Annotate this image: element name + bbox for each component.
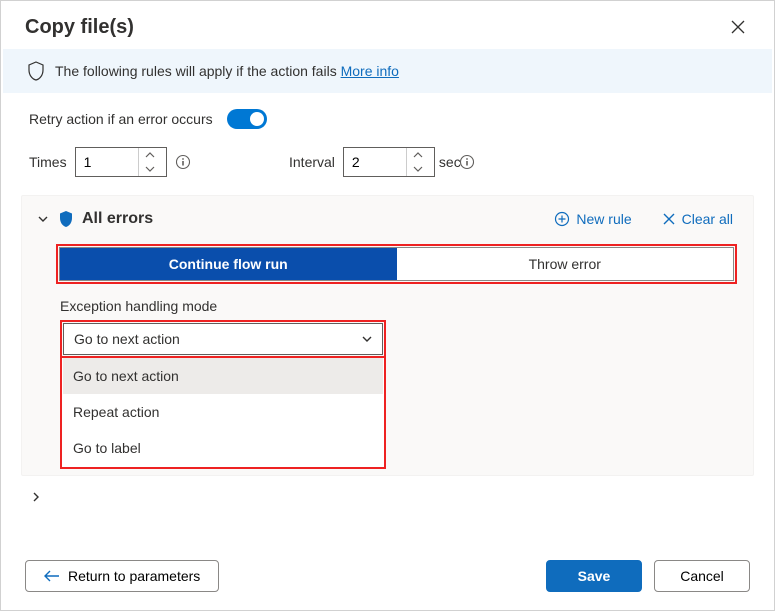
retry-toggle[interactable] bbox=[227, 109, 267, 129]
clear-all-button[interactable]: Clear all bbox=[656, 210, 739, 228]
cancel-button[interactable]: Cancel bbox=[654, 560, 750, 592]
error-action-tabs: Continue flow run Throw error bbox=[59, 247, 734, 281]
return-button[interactable]: Return to parameters bbox=[25, 560, 219, 592]
tabs-highlight: Continue flow run Throw error bbox=[56, 244, 737, 284]
new-rule-button[interactable]: New rule bbox=[548, 210, 637, 228]
interval-spinner bbox=[343, 147, 435, 177]
times-info-icon[interactable] bbox=[175, 154, 191, 170]
times-step-up[interactable] bbox=[139, 148, 162, 162]
info-banner: The following rules will apply if the ac… bbox=[3, 49, 772, 93]
mode-option-label[interactable]: Go to label bbox=[63, 430, 383, 466]
interval-info-icon[interactable] bbox=[459, 154, 475, 170]
chevron-down-icon bbox=[360, 332, 374, 346]
times-step-down[interactable] bbox=[139, 162, 162, 176]
dialog-footer: Return to parameters Save Cancel bbox=[1, 548, 774, 610]
chevron-down-icon[interactable] bbox=[36, 212, 50, 226]
toggle-knob bbox=[250, 112, 264, 126]
copy-files-dialog: Copy file(s) The following rules will ap… bbox=[0, 0, 775, 611]
save-button[interactable]: Save bbox=[546, 560, 642, 592]
mode-option-repeat[interactable]: Repeat action bbox=[63, 394, 383, 430]
interval-step-up[interactable] bbox=[407, 148, 430, 162]
mode-label: Exception handling mode bbox=[60, 298, 739, 314]
more-info-link[interactable]: More info bbox=[341, 63, 399, 79]
chevron-down-icon bbox=[145, 166, 155, 172]
banner-text: The following rules will apply if the ac… bbox=[55, 63, 399, 79]
mode-dropdown-list: Go to next action Repeat action Go to la… bbox=[60, 358, 386, 469]
arrow-left-icon bbox=[44, 569, 60, 583]
advanced-toggle[interactable]: Advanced bbox=[29, 489, 107, 505]
shield-icon bbox=[27, 61, 45, 81]
interval-label: Interval bbox=[289, 154, 335, 170]
mode-selected: Go to next action bbox=[74, 331, 180, 347]
retry-label: Retry action if an error occurs bbox=[29, 111, 213, 127]
errors-title: All errors bbox=[82, 210, 153, 228]
interval-unit: sec bbox=[439, 154, 461, 170]
close-icon bbox=[730, 19, 746, 35]
chevron-up-icon bbox=[145, 152, 155, 158]
plus-circle-icon bbox=[554, 211, 570, 227]
chevron-up-icon bbox=[413, 152, 423, 158]
errors-panel: All errors New rule Clear all Continue f… bbox=[21, 195, 754, 476]
info-icon bbox=[175, 154, 191, 170]
close-button[interactable] bbox=[726, 15, 750, 39]
retry-section: Retry action if an error occurs Times In… bbox=[1, 93, 774, 177]
interval-input[interactable] bbox=[344, 148, 406, 176]
chevron-down-icon bbox=[413, 166, 423, 172]
mode-option-next-action[interactable]: Go to next action bbox=[63, 358, 383, 394]
shield-icon bbox=[58, 210, 74, 228]
interval-step-down[interactable] bbox=[407, 162, 430, 176]
close-icon bbox=[662, 212, 676, 226]
dropdown-highlight: Go to next action bbox=[60, 320, 386, 358]
chevron-right-icon bbox=[29, 490, 43, 504]
mode-dropdown[interactable]: Go to next action bbox=[63, 323, 383, 355]
dialog-title: Copy file(s) bbox=[25, 16, 134, 39]
dialog-header: Copy file(s) bbox=[1, 1, 774, 49]
times-spinner bbox=[75, 147, 167, 177]
tab-throw-error[interactable]: Throw error bbox=[397, 248, 734, 280]
times-input[interactable] bbox=[76, 148, 138, 176]
tab-continue-flow[interactable]: Continue flow run bbox=[60, 248, 397, 280]
times-label: Times bbox=[29, 154, 67, 170]
info-icon bbox=[459, 154, 475, 170]
